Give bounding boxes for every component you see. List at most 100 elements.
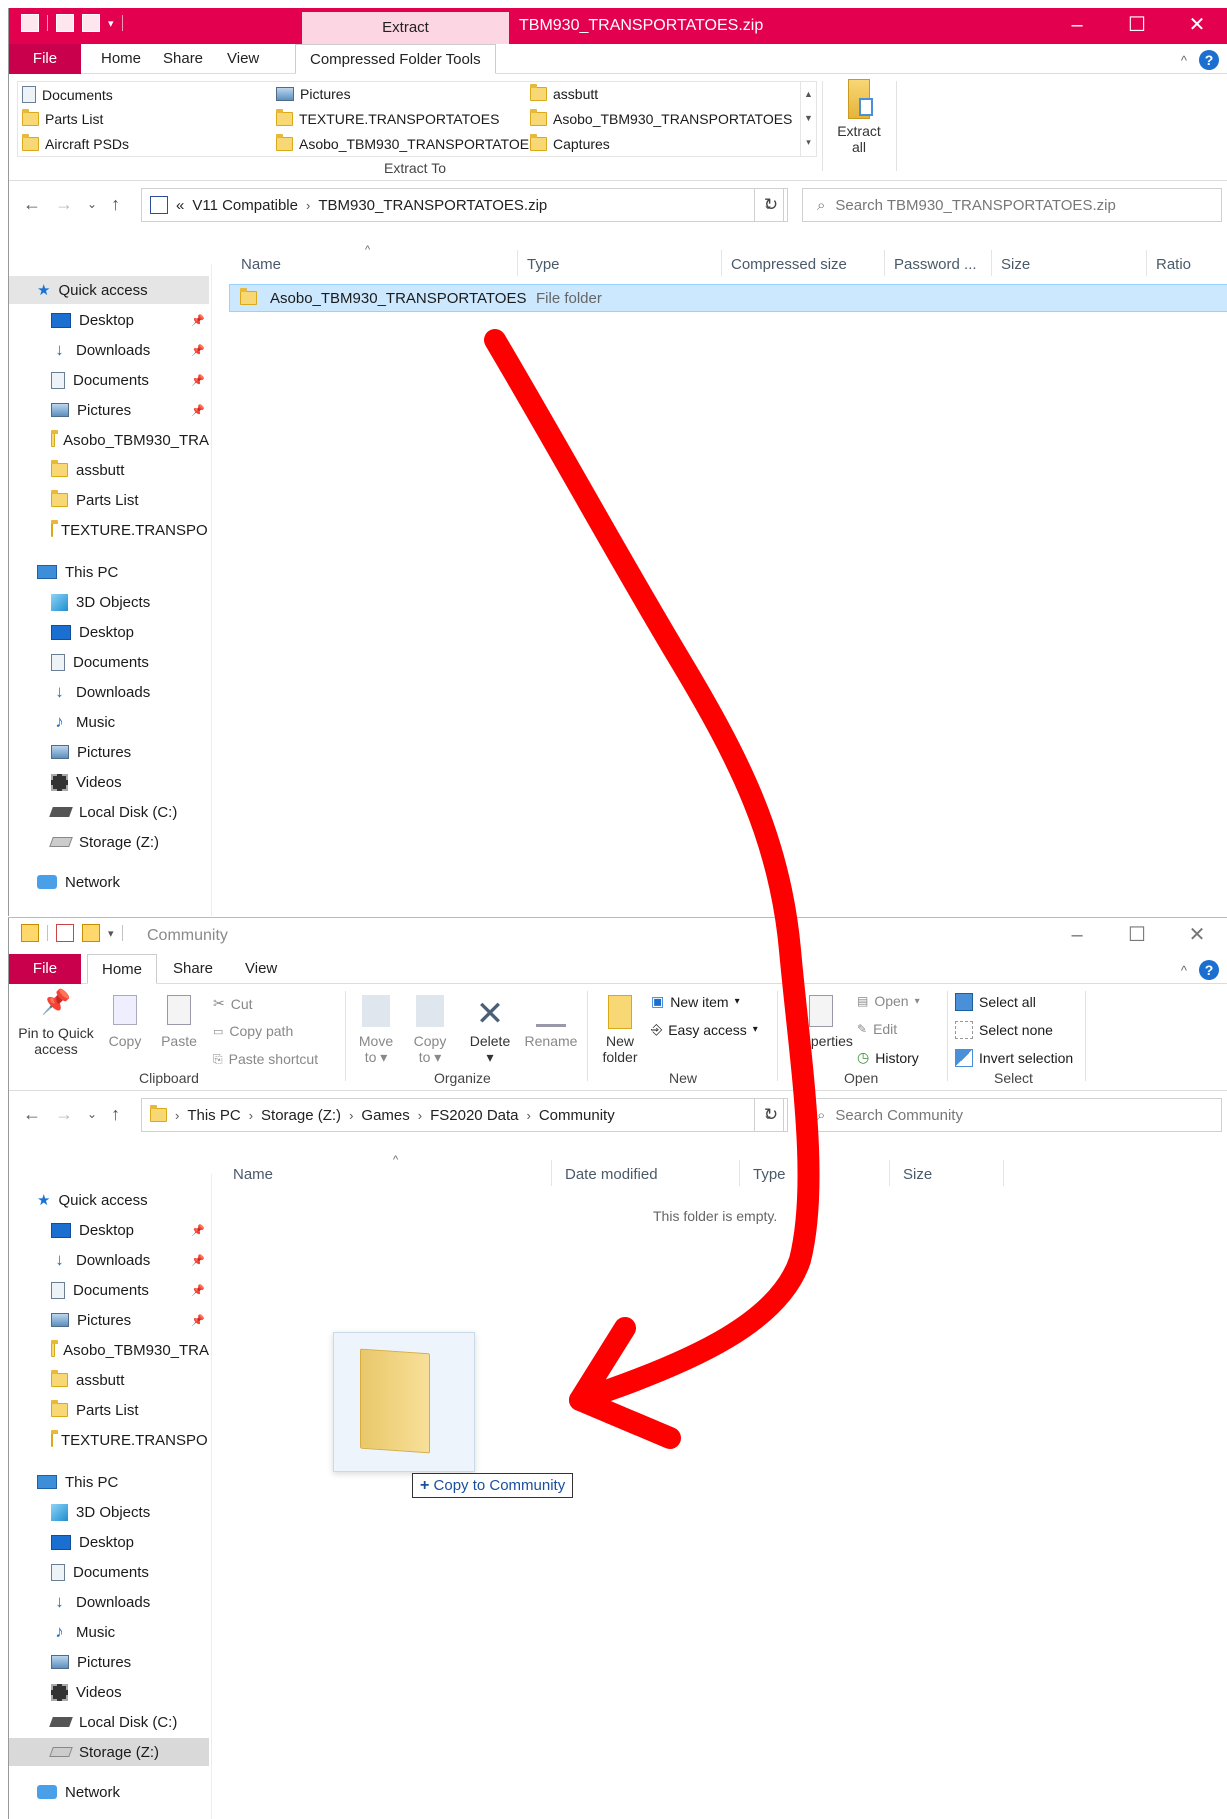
gallery-scroll[interactable]: ▲ ▼ ▾ [800,82,816,156]
customize-toolbar-icon[interactable]: ▾ [108,927,114,940]
nav-item-desktop[interactable]: Desktop 📌 [9,1216,209,1244]
pin-icon[interactable]: 📌 [191,1224,205,1237]
history-button[interactable]: ◷ History [857,1049,919,1066]
nav-this-pc[interactable]: This PC [9,1468,209,1496]
column-type[interactable]: Type [527,256,560,273]
app-icon[interactable] [21,14,39,32]
tab-view[interactable]: View [231,954,291,984]
collapse-ribbon-icon[interactable]: ^ [1181,963,1187,978]
nav-item-folder[interactable]: Parts List [9,486,209,514]
column-divider[interactable] [884,250,885,276]
minimize-icon[interactable]: – [1047,8,1107,44]
close-icon[interactable]: ✕ [1167,8,1227,44]
folder-icon[interactable] [21,924,39,942]
new-folder-icon[interactable] [82,14,100,32]
nav-item-pictures[interactable]: Pictures 📌 [9,1306,209,1334]
breadcrumb-item[interactable]: Games [361,1107,409,1124]
nav-item-music[interactable]: ♪ Music [9,1618,209,1646]
refresh-button[interactable]: ↻ [754,1098,788,1132]
breadcrumb-item[interactable]: TBM930_TRANSPORTATOES.zip [318,197,547,214]
forward-icon[interactable]: → [55,194,73,215]
nav-item-pictures[interactable]: Pictures 📌 [9,396,209,424]
nav-item-documents[interactable]: Documents [9,1558,209,1586]
nav-item-downloads[interactable]: ↓ Downloads [9,678,209,706]
gallery-item[interactable]: Captures [530,134,610,152]
nav-item-storage[interactable]: Storage (Z:) [9,828,209,856]
nav-quick-access[interactable]: ★ Quick access [9,276,209,304]
title-bar[interactable]: ▾ Extract TBM930_TRANSPORTATOES.zip – ☐ … [9,8,1227,44]
column-divider[interactable] [551,1160,552,1186]
breadcrumb-item[interactable]: Community [539,1107,615,1124]
pin-icon[interactable]: 📌 [191,1284,205,1297]
nav-item-pictures[interactable]: Pictures [9,1648,209,1676]
gallery-expand-icon[interactable]: ▾ [801,130,816,154]
pin-to-quick-access-button[interactable]: 📌 Pin to Quick access [15,991,97,1058]
nav-item-storage[interactable]: Storage (Z:) [9,1738,209,1766]
maximize-icon[interactable]: ☐ [1107,8,1167,44]
tab-view[interactable]: View [213,44,273,74]
customize-toolbar-icon[interactable]: ▾ [108,17,114,30]
gallery-item[interactable]: Parts List [22,109,103,127]
title-bar[interactable]: ▾ Community – ☐ ✕ [9,918,1227,954]
column-name[interactable]: Name [241,256,281,273]
chevron-right-icon[interactable]: › [249,1108,253,1123]
chevron-right-icon[interactable]: › [527,1108,531,1123]
select-none-button[interactable]: Select none [955,1021,1053,1039]
breadcrumb-item[interactable]: Storage (Z:) [261,1107,341,1124]
paste-shortcut-button[interactable]: ⎘ Paste shortcut [213,1051,318,1067]
invert-selection-button[interactable]: Invert selection [955,1049,1073,1067]
delete-button[interactable]: ✕ Delete ▾ [465,995,515,1065]
rename-button[interactable]: Rename [523,995,579,1049]
nav-item-desktop[interactable]: Desktop [9,1528,209,1556]
column-size[interactable]: Size [1001,256,1030,273]
up-icon[interactable]: ↑ [111,194,120,215]
column-password[interactable]: Password ... [894,256,977,273]
nav-item-desktop[interactable]: Desktop [9,618,209,646]
column-ratio[interactable]: Ratio [1156,256,1191,273]
recent-locations-icon[interactable]: ⌄ [87,1104,97,1125]
up-icon[interactable]: ↑ [111,1104,120,1125]
recent-locations-icon[interactable]: ⌄ [87,194,97,215]
nav-item-folder[interactable]: Asobo_TBM930_TRA [9,1336,209,1364]
minimize-icon[interactable]: – [1047,918,1107,954]
nav-item-downloads[interactable]: ↓ Downloads 📌 [9,336,209,364]
copy-button[interactable]: Copy [103,995,147,1049]
nav-item-desktop[interactable]: Desktop 📌 [9,306,209,334]
move-to-button[interactable]: Move to ▾ [353,995,399,1065]
select-all-button[interactable]: Select all [955,993,1036,1011]
nav-item-downloads[interactable]: ↓ Downloads 📌 [9,1246,209,1274]
column-divider[interactable] [889,1160,890,1186]
chevron-right-icon[interactable]: › [418,1108,422,1123]
nav-item-documents[interactable]: Documents 📌 [9,1276,209,1304]
column-divider[interactable] [739,1160,740,1186]
tab-file[interactable]: File [9,954,81,984]
collapse-ribbon-icon[interactable]: ^ [1181,53,1187,68]
new-folder-button[interactable]: New folder [595,995,645,1065]
column-divider[interactable] [1146,250,1147,276]
address-bar[interactable]: « V11 Compatible › TBM930_TRANSPORTATOES… [141,188,784,222]
pin-icon[interactable]: 📌 [191,314,205,327]
properties-icon[interactable] [56,14,74,32]
dropdown-arrow-icon[interactable]: ▾ [465,1049,515,1065]
nav-item-3d-objects[interactable]: 3D Objects [9,588,209,616]
breadcrumb-item[interactable]: FS2020 Data [430,1107,518,1124]
column-compressed-size[interactable]: Compressed size [731,256,847,273]
breadcrumb-overflow[interactable]: « [176,197,184,214]
nav-item-documents[interactable]: Documents 📌 [9,366,209,394]
copy-to-button[interactable]: Copy to ▾ [407,995,453,1065]
maximize-icon[interactable]: ☐ [1107,918,1167,954]
nav-item-folder[interactable]: TEXTURE.TRANSPOI [9,516,209,544]
nav-item-folder[interactable]: TEXTURE.TRANSPOI [9,1426,209,1454]
help-icon[interactable]: ? [1199,50,1219,70]
pin-icon[interactable]: 📌 [191,404,205,417]
nav-item-local-disk[interactable]: Local Disk (C:) [9,798,209,826]
nav-item-videos[interactable]: Videos [9,768,209,796]
scroll-up-icon[interactable]: ▲ [801,82,816,106]
column-date-modified[interactable]: Date modified [565,1166,658,1183]
extract-all-button[interactable]: Extract all [829,79,889,155]
tab-home[interactable]: Home [87,954,158,984]
nav-item-music[interactable]: ♪ Music [9,708,209,736]
gallery-item[interactable]: Documents [22,86,113,103]
tab-home[interactable]: Home [87,44,155,74]
pin-icon[interactable]: 📌 [191,374,205,387]
